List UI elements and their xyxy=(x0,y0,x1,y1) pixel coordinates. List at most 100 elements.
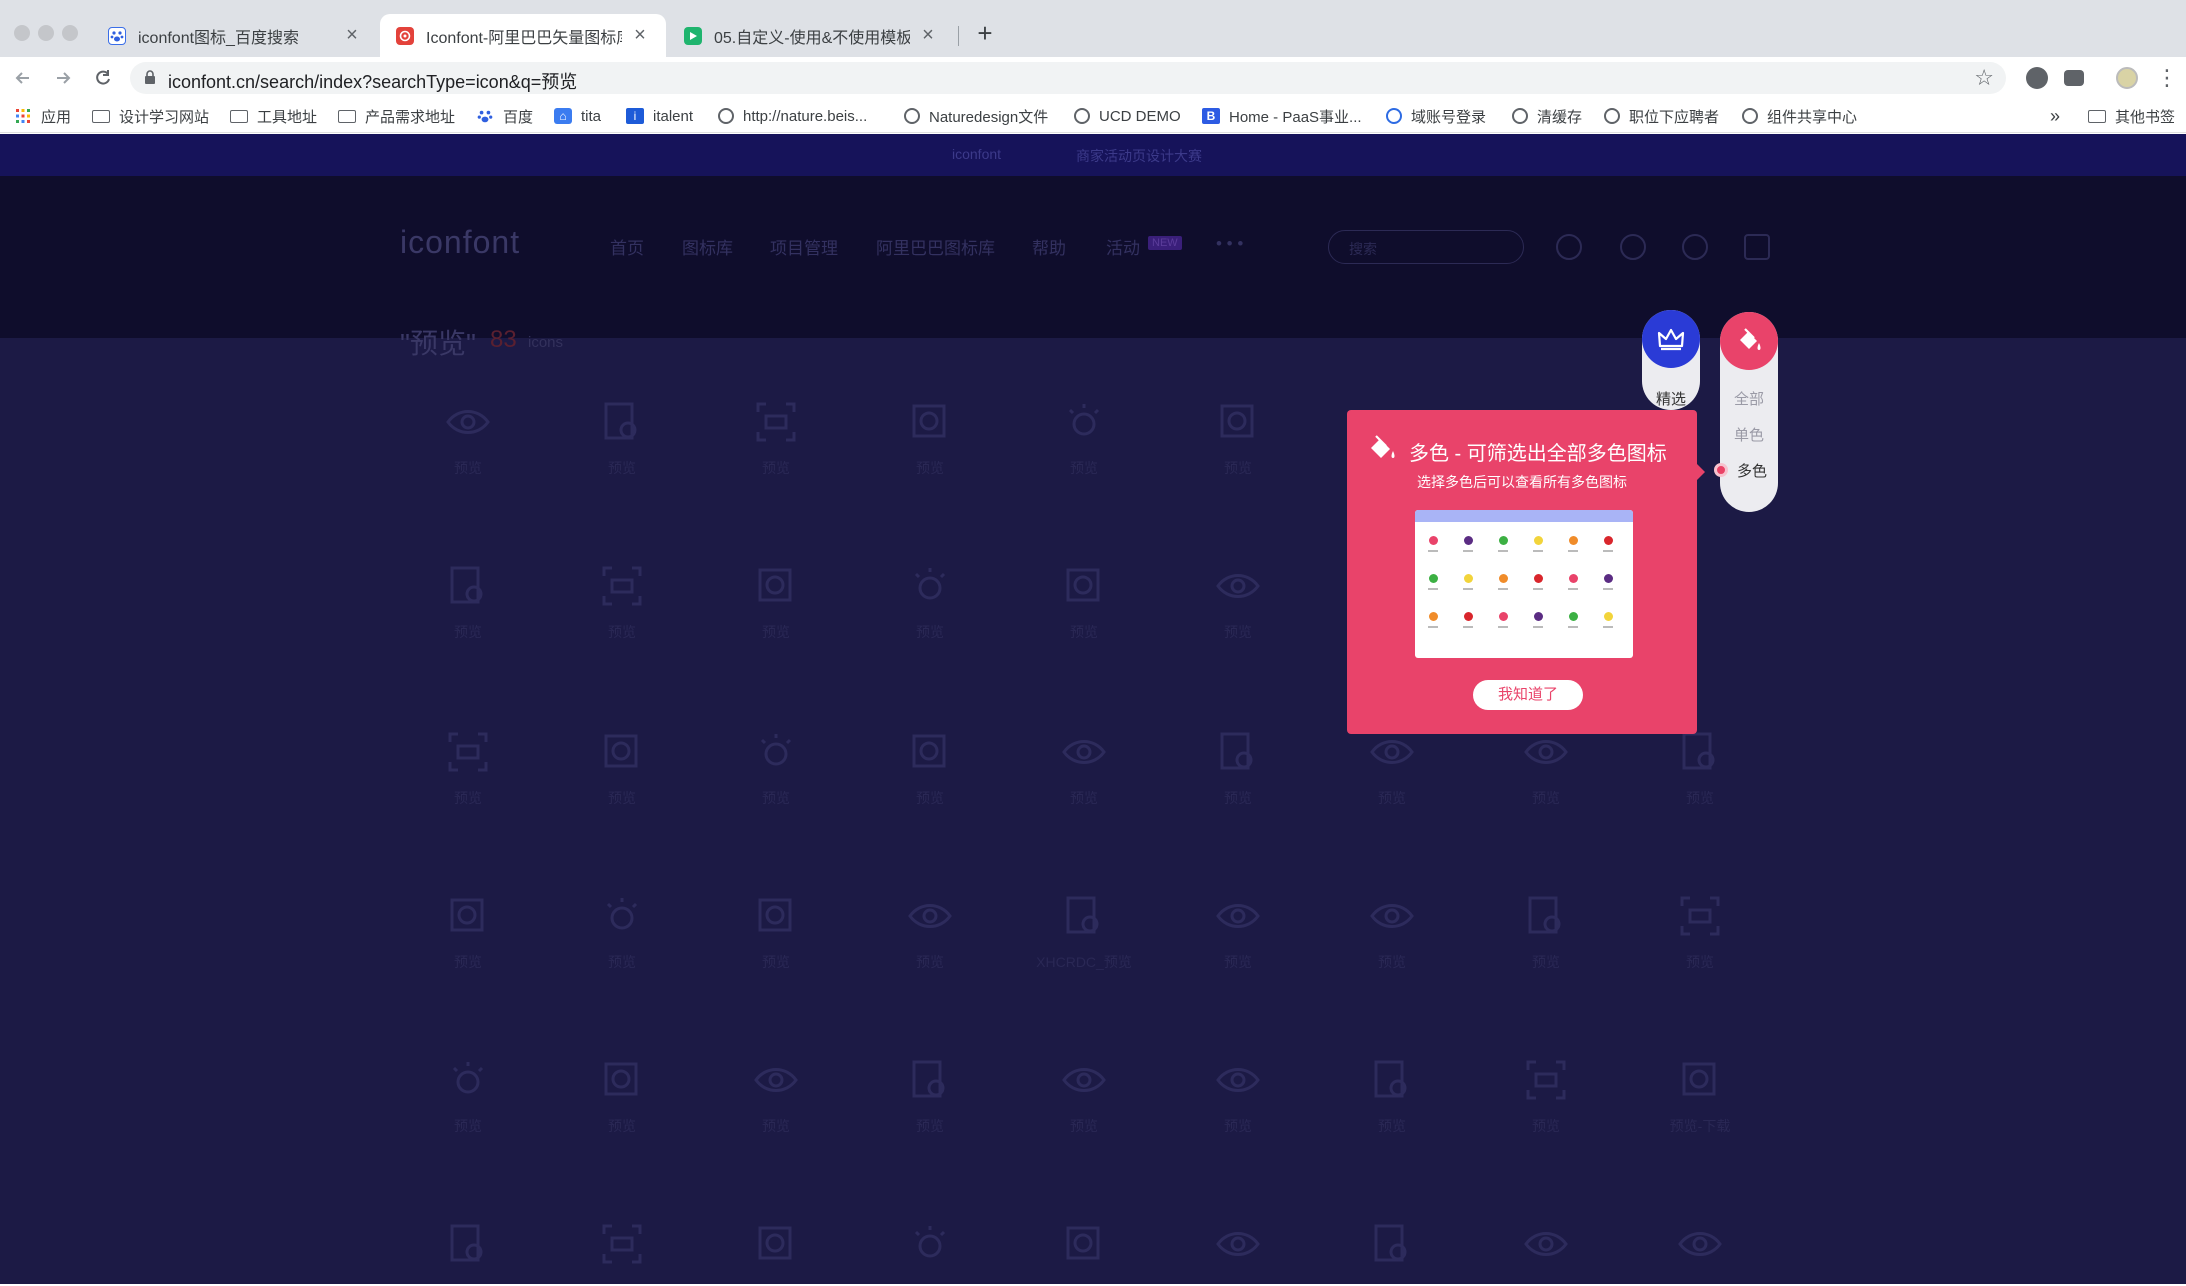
color-option-mono[interactable]: 单色 xyxy=(1720,424,1778,445)
bookmark-link[interactable]: UCD DEMO xyxy=(1074,105,1181,127)
bookmark-baidu[interactable]: 百度 xyxy=(476,105,533,127)
icon-card[interactable] xyxy=(1640,1220,1760,1284)
icon-card[interactable]: 预览 xyxy=(562,892,682,1002)
color-option-all[interactable]: 全部 xyxy=(1720,388,1778,409)
icon-card[interactable]: 预览 xyxy=(1332,1056,1452,1166)
bookmark-folder[interactable]: 工具地址 xyxy=(230,105,317,127)
other-bookmarks-folder[interactable]: 其他书签 xyxy=(2088,105,2175,127)
icon-card[interactable]: 预览 xyxy=(870,1056,990,1166)
icon-card[interactable]: 预览 xyxy=(1178,398,1298,508)
icon-card[interactable]: 预览 xyxy=(1178,1056,1298,1166)
tab-close-icon[interactable]: × xyxy=(630,24,650,47)
icon-card[interactable]: 预览 xyxy=(870,562,990,672)
icon-card[interactable]: 预览 xyxy=(870,728,990,838)
profile-avatar[interactable] xyxy=(2116,67,2138,89)
site-search-input[interactable]: 搜索 xyxy=(1328,230,1524,264)
icon-card[interactable]: 预览 xyxy=(716,562,836,672)
icon-card[interactable]: 预览 xyxy=(1640,728,1760,838)
icon-card[interactable]: 预览 xyxy=(1178,892,1298,1002)
icon-card[interactable] xyxy=(1024,1220,1144,1284)
icon-card[interactable]: 预览 xyxy=(1486,1056,1606,1166)
nav-item-help[interactable]: 帮助 xyxy=(1032,234,1066,259)
extension-icon[interactable] xyxy=(2026,67,2048,89)
icon-card[interactable]: 预览 xyxy=(1486,892,1606,1002)
icon-card[interactable] xyxy=(562,1220,682,1284)
browser-tab-1[interactable]: iconfont图标_百度搜索 × xyxy=(92,14,378,57)
icon-card[interactable]: 预览 xyxy=(1024,398,1144,508)
icon-card[interactable]: 预览 xyxy=(1178,562,1298,672)
icon-card[interactable]: 预览 xyxy=(1024,728,1144,838)
icon-card[interactable]: 预览 xyxy=(1024,1056,1144,1166)
browser-tab-3[interactable]: 05.自定义-使用&不使用模板-Ex × xyxy=(668,14,954,57)
icon-card[interactable] xyxy=(716,1220,836,1284)
icon-card[interactable]: 预览 xyxy=(408,562,528,672)
bookmark-link[interactable]: 组件共享中心 xyxy=(1742,105,1857,127)
bookmark-link[interactable]: http://nature.beis... xyxy=(718,105,867,127)
icon-card[interactable] xyxy=(870,1220,990,1284)
new-tab-button[interactable]: + xyxy=(970,18,1000,48)
bookmark-folder[interactable]: 产品需求地址 xyxy=(338,105,455,127)
icon-card[interactable]: 预览 xyxy=(870,398,990,508)
address-bar[interactable]: iconfont.cn/search/index?searchType=icon… xyxy=(130,62,2006,94)
icon-card[interactable]: 预览-下载 xyxy=(1640,1056,1760,1166)
nav-more-button[interactable]: • • • xyxy=(1216,234,1243,254)
icon-card[interactable] xyxy=(1178,1220,1298,1284)
icon-card[interactable]: 预览 xyxy=(716,728,836,838)
settings-icon[interactable] xyxy=(1682,234,1708,260)
bookmark-link[interactable]: 职位下应聘者 xyxy=(1604,105,1719,127)
user-icon[interactable] xyxy=(1556,234,1582,260)
bookmark-folder[interactable]: 设计学习网站 xyxy=(92,105,209,127)
bookmark-tita[interactable]: ⌂ tita xyxy=(554,105,601,127)
nav-item-alibaba[interactable]: 阿里巴巴图标库 xyxy=(876,234,995,259)
browser-tab-2[interactable]: Iconfont-阿里巴巴矢量图标库 × xyxy=(380,14,666,57)
more-bookmarks-button[interactable]: » xyxy=(2050,105,2060,127)
icon-card[interactable]: 预览 xyxy=(562,728,682,838)
icon-card[interactable]: 预览 xyxy=(870,892,990,1002)
forward-button[interactable] xyxy=(48,63,78,93)
icon-card[interactable]: 预览 xyxy=(562,562,682,672)
cart-icon[interactable] xyxy=(1744,234,1770,260)
bookmark-star-icon[interactable]: ☆ xyxy=(1974,65,1994,91)
nav-item-library[interactable]: 图标库 xyxy=(682,234,733,259)
icon-card[interactable]: 预览 xyxy=(408,398,528,508)
icon-card[interactable]: 预览 xyxy=(408,728,528,838)
bookmark-apps[interactable]: 应用 xyxy=(14,105,71,127)
bookmark-link[interactable]: Naturedesign文件 xyxy=(904,105,1048,127)
icon-card[interactable]: 预览 xyxy=(1178,728,1298,838)
icon-card[interactable]: 预览 xyxy=(408,1056,528,1166)
icon-card[interactable]: 预览 xyxy=(1024,562,1144,672)
color-option-multi[interactable]: 多色 xyxy=(1720,460,1778,481)
tab-close-icon[interactable]: × xyxy=(342,24,362,47)
reload-button[interactable] xyxy=(88,63,118,93)
nav-item-home[interactable]: 首页 xyxy=(610,234,644,259)
more-menu-icon[interactable]: ⋮ xyxy=(2152,63,2182,93)
bookmark-link[interactable]: 清缓存 xyxy=(1512,105,1582,127)
nav-item-events[interactable]: 活动 xyxy=(1106,234,1140,259)
icon-card[interactable] xyxy=(1332,1220,1452,1284)
icon-card[interactable]: XHCRDC_预览 xyxy=(1024,892,1144,1002)
icon-card[interactable]: 预览 xyxy=(1332,892,1452,1002)
window-zoom-button[interactable] xyxy=(62,25,78,41)
icon-card[interactable]: 预览 xyxy=(562,1056,682,1166)
icon-card[interactable]: 预览 xyxy=(716,398,836,508)
icon-card[interactable]: 预览 xyxy=(716,1056,836,1166)
icon-card[interactable]: 预览 xyxy=(716,892,836,1002)
icon-card[interactable]: 预览 xyxy=(1332,728,1452,838)
icon-card[interactable]: 预览 xyxy=(1640,892,1760,1002)
bookmark-link[interactable]: 域账号登录 xyxy=(1386,105,1486,127)
featured-filter[interactable]: 精选 xyxy=(1642,310,1700,410)
camera-icon[interactable] xyxy=(2064,70,2084,86)
icon-card[interactable]: 预览 xyxy=(408,892,528,1002)
bookmark-italent[interactable]: i italent xyxy=(626,105,693,127)
icon-card[interactable]: 预览 xyxy=(1486,728,1606,838)
window-close-button[interactable] xyxy=(14,25,30,41)
back-button[interactable] xyxy=(8,63,38,93)
got-it-button[interactable]: 我知道了 xyxy=(1473,680,1583,710)
icon-card[interactable] xyxy=(408,1220,528,1284)
icon-card[interactable] xyxy=(1486,1220,1606,1284)
nav-item-projects[interactable]: 项目管理 xyxy=(770,234,838,259)
promo-banner[interactable]: iconfont 商家活动页设计大赛 xyxy=(0,134,2186,176)
upload-icon[interactable] xyxy=(1620,234,1646,260)
icon-card[interactable]: 预览 xyxy=(562,398,682,508)
site-logo[interactable]: iconfont xyxy=(400,224,520,261)
